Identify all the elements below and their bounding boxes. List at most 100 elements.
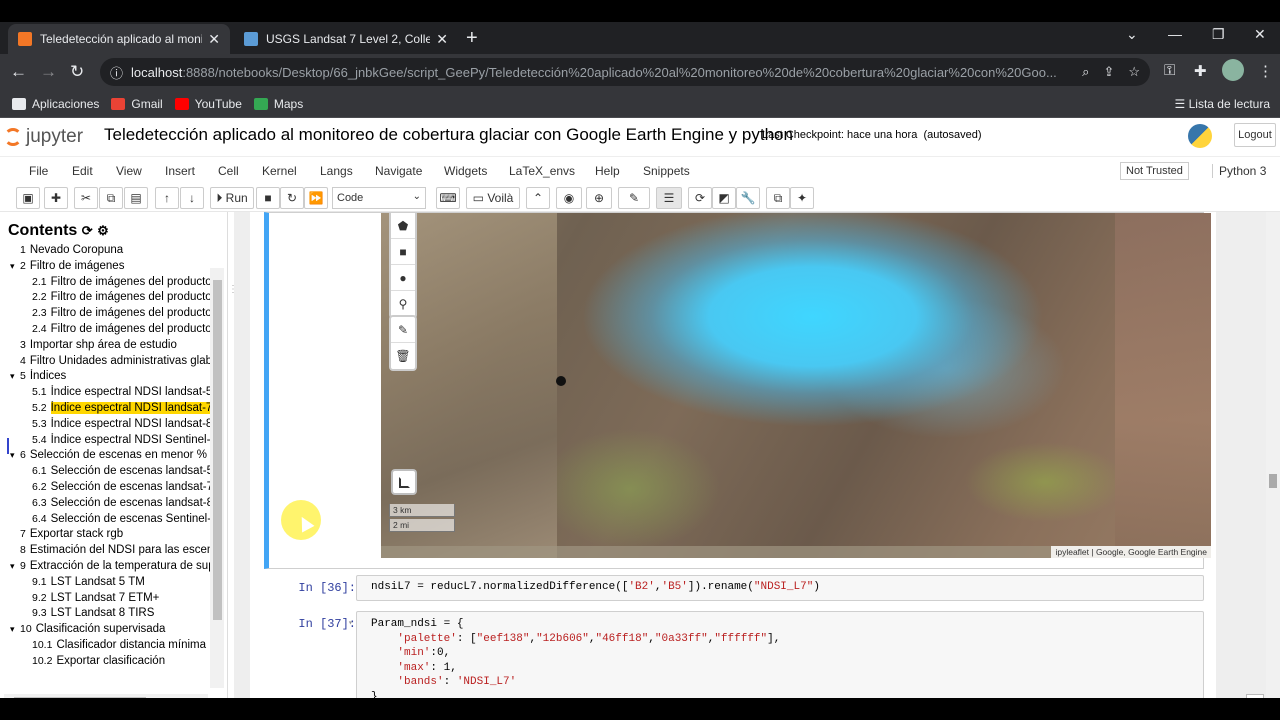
save-icon[interactable]: ▣ [16, 187, 40, 209]
collapse-toggle-icon[interactable]: ▾ [10, 369, 20, 385]
collapse-toggle-icon[interactable]: ▾ [10, 559, 20, 575]
selected-output-cell[interactable]: ⬟ ■ ● ⚲ ✎ 🗑 3 km 2 mi ipyleaflet | Googl… [264, 212, 1211, 569]
bookmark-maps[interactable]: Maps [253, 97, 303, 111]
url-text[interactable]: localhost:8888/notebooks/Desktop/66_jnbk… [131, 65, 1068, 80]
toc-vertical-scrollbar[interactable] [210, 268, 224, 688]
restart-icon[interactable]: ↻ [280, 187, 304, 209]
voila-button[interactable]: ▭ Voilà [466, 187, 520, 209]
close-window-icon[interactable]: ✕ [1254, 26, 1266, 43]
draw-polygon-icon[interactable]: ⬟ [391, 213, 415, 239]
collapse-toggle-icon[interactable]: ▾ [10, 622, 20, 638]
move-up-icon[interactable]: ↑ [155, 187, 179, 209]
keyboard-icon[interactable]: ⌨ [436, 187, 460, 209]
crosshair-icon[interactable]: ⊕ [586, 187, 612, 209]
collapse-toggle-icon[interactable]: ▾ [10, 259, 20, 275]
toc-item[interactable]: 9.2 LST Landsat 7 ETM+ [0, 591, 210, 607]
menu-snippets[interactable]: Snippets [643, 164, 690, 178]
toc-item[interactable]: 8 Estimación del NDSI para las escen [0, 543, 210, 559]
toc-item[interactable]: 6.2 Selección de escenas landsat-7 [0, 480, 210, 496]
delete-layers-icon[interactable]: 🗑 [391, 343, 415, 369]
toc-toggle-icon[interactable]: ☰ [656, 187, 682, 209]
scroll-thumb[interactable] [213, 280, 222, 620]
tab-usgs[interactable]: USGS Landsat 7 Level 2, Collectio ✕ [234, 24, 458, 54]
gear-icon[interactable]: ⚙ [97, 223, 109, 238]
refresh-icon[interactable]: ⟳ [688, 187, 712, 209]
share-icon[interactable]: ⇪ [1103, 64, 1114, 80]
bookmark-star-icon[interactable]: ☆ [1128, 64, 1140, 80]
scroll-thumb[interactable] [1269, 474, 1277, 488]
eye-icon[interactable]: ◉ [556, 187, 582, 209]
toc-item[interactable]: 3 Importar shp área de estudio [0, 338, 210, 354]
refresh-icon[interactable]: ⟳ [82, 223, 93, 238]
page-scrollbar[interactable] [1266, 212, 1280, 698]
move-down-icon[interactable]: ↓ [180, 187, 204, 209]
toc-item[interactable]: 9.3 LST Landsat 8 TIRS [0, 606, 210, 622]
trust-button[interactable]: Not Trusted [1120, 162, 1189, 180]
scroll-to-top-icon[interactable]: ⊡ [1246, 694, 1264, 698]
new-tab-icon[interactable]: + [466, 28, 478, 48]
bookmark-apps[interactable]: Aplicaciones [12, 97, 99, 111]
toc-item[interactable]: 10.2 Exportar clasificación [0, 654, 210, 670]
highlighter-icon[interactable]: ✎ [618, 187, 650, 209]
toc-item[interactable]: ▾ 9 Extracción de la temperatura de sup [0, 559, 210, 575]
edit-layers-icon[interactable]: ✎ [391, 317, 415, 343]
toc-item[interactable]: 6.3 Selección de escenas landsat-8 [0, 496, 210, 512]
toc-item[interactable]: 5.3 Índice espectral NDSI landsat-8 [0, 417, 210, 433]
toc-item[interactable]: 2.3 Filtro de imágenes del producto [0, 306, 210, 322]
toc-item[interactable]: ▾ 2 Filtro de imágenes [0, 259, 210, 275]
menu-langs[interactable]: Langs [320, 164, 353, 178]
toc-item[interactable]: 5.4 Índice espectral NDSI Sentinel-2 [0, 433, 210, 449]
puzzle-icon[interactable]: ✚ [1194, 62, 1207, 80]
fold-arrow-icon[interactable]: ▾ [348, 617, 353, 632]
collapse-up-icon[interactable]: ⌃ [526, 187, 550, 209]
paste-icon[interactable]: ▤ [124, 187, 148, 209]
bookmark-youtube[interactable]: YouTube [174, 97, 242, 111]
profile-avatar[interactable] [1222, 59, 1244, 81]
toc-item[interactable]: 6.1 Selección de escenas landsat-5 [0, 464, 210, 480]
code-cell[interactable]: In [37]: ▾ Param_ndsi = { 'palette': ["ee… [264, 611, 1204, 698]
menu-cell[interactable]: Cell [218, 164, 239, 178]
toc-item[interactable]: 1 Nevado Coropuna [0, 243, 210, 259]
tab-search-icon[interactable]: ⌄ [1126, 26, 1138, 43]
toc-horizontal-scrollbar[interactable] [4, 694, 208, 698]
menu-latex-envs[interactable]: LaTeX_envs [509, 164, 575, 178]
toc-item[interactable]: 6.4 Selección de escenas Sentinel-2 [0, 512, 210, 528]
reading-list[interactable]: ☰ Lista de lectura [1175, 97, 1270, 111]
menu-file[interactable]: File [29, 164, 48, 178]
run-button[interactable]: ⏵ Run [210, 187, 254, 209]
reload-icon[interactable]: ↻ [70, 62, 84, 82]
draw-circle-icon[interactable]: ● [391, 265, 415, 291]
jupyter-logo[interactable]: jupyter [4, 126, 83, 148]
toc-item[interactable]: ▾ 5 Índices [0, 369, 210, 385]
menu-kernel[interactable]: Kernel [262, 164, 297, 178]
toc-item[interactable]: ▾ 10 Clasificación supervisada [0, 622, 210, 638]
toc-item[interactable]: 9.1 LST Landsat 5 TM [0, 575, 210, 591]
image-tool-icon[interactable]: ⧉ [766, 187, 790, 209]
toc-item[interactable]: 2.1 Filtro de imágenes del producto [0, 275, 210, 291]
tab-teledeteccion[interactable]: Teledetección aplicado al monitoreo ✕ [8, 24, 230, 54]
close-tab-icon[interactable]: ✕ [436, 31, 448, 48]
code-editor[interactable]: ▾ Param_ndsi = { 'palette': ["eef138","12… [348, 611, 1204, 698]
restore-icon[interactable]: ❐ [1212, 26, 1225, 43]
zoom-icon[interactable]: ⌕ [1082, 64, 1089, 80]
toc-item[interactable]: ▾ 6 Selección de escenas en menor % n [0, 448, 210, 464]
toc-item[interactable]: 4 Filtro Unidades administrativas glab [0, 354, 210, 370]
bookmark-gmail[interactable]: Gmail [111, 97, 163, 111]
toc-item[interactable]: 5.1 Índice espectral NDSI landsat-5 [0, 385, 210, 401]
cell-type-select[interactable]: Code ⌄ [332, 187, 426, 209]
eraser-icon[interactable]: ◩ [712, 187, 736, 209]
cut-icon[interactable]: ✂ [74, 187, 98, 209]
menu-insert[interactable]: Insert [165, 164, 195, 178]
fullscreen-button[interactable] [391, 469, 417, 495]
toc-item[interactable]: 10.1 Clasificador distancia mínima [0, 638, 210, 654]
close-tab-icon[interactable]: ✕ [208, 31, 220, 48]
copy-icon[interactable]: ⧉ [99, 187, 123, 209]
interrupt-icon[interactable]: ■ [256, 187, 280, 209]
toc-item[interactable]: 2.4 Filtro de imágenes del producto [0, 322, 210, 338]
code-editor[interactable]: ndsiL7 = reducL7.normalizedDifference(['… [356, 575, 1204, 601]
menu-view[interactable]: View [116, 164, 142, 178]
restart-run-all-icon[interactable]: ⏩ [304, 187, 328, 209]
draw-rectangle-icon[interactable]: ■ [391, 239, 415, 265]
settings-wrench-icon[interactable]: ✦ [790, 187, 814, 209]
insert-cell-icon[interactable]: ✚ [44, 187, 68, 209]
